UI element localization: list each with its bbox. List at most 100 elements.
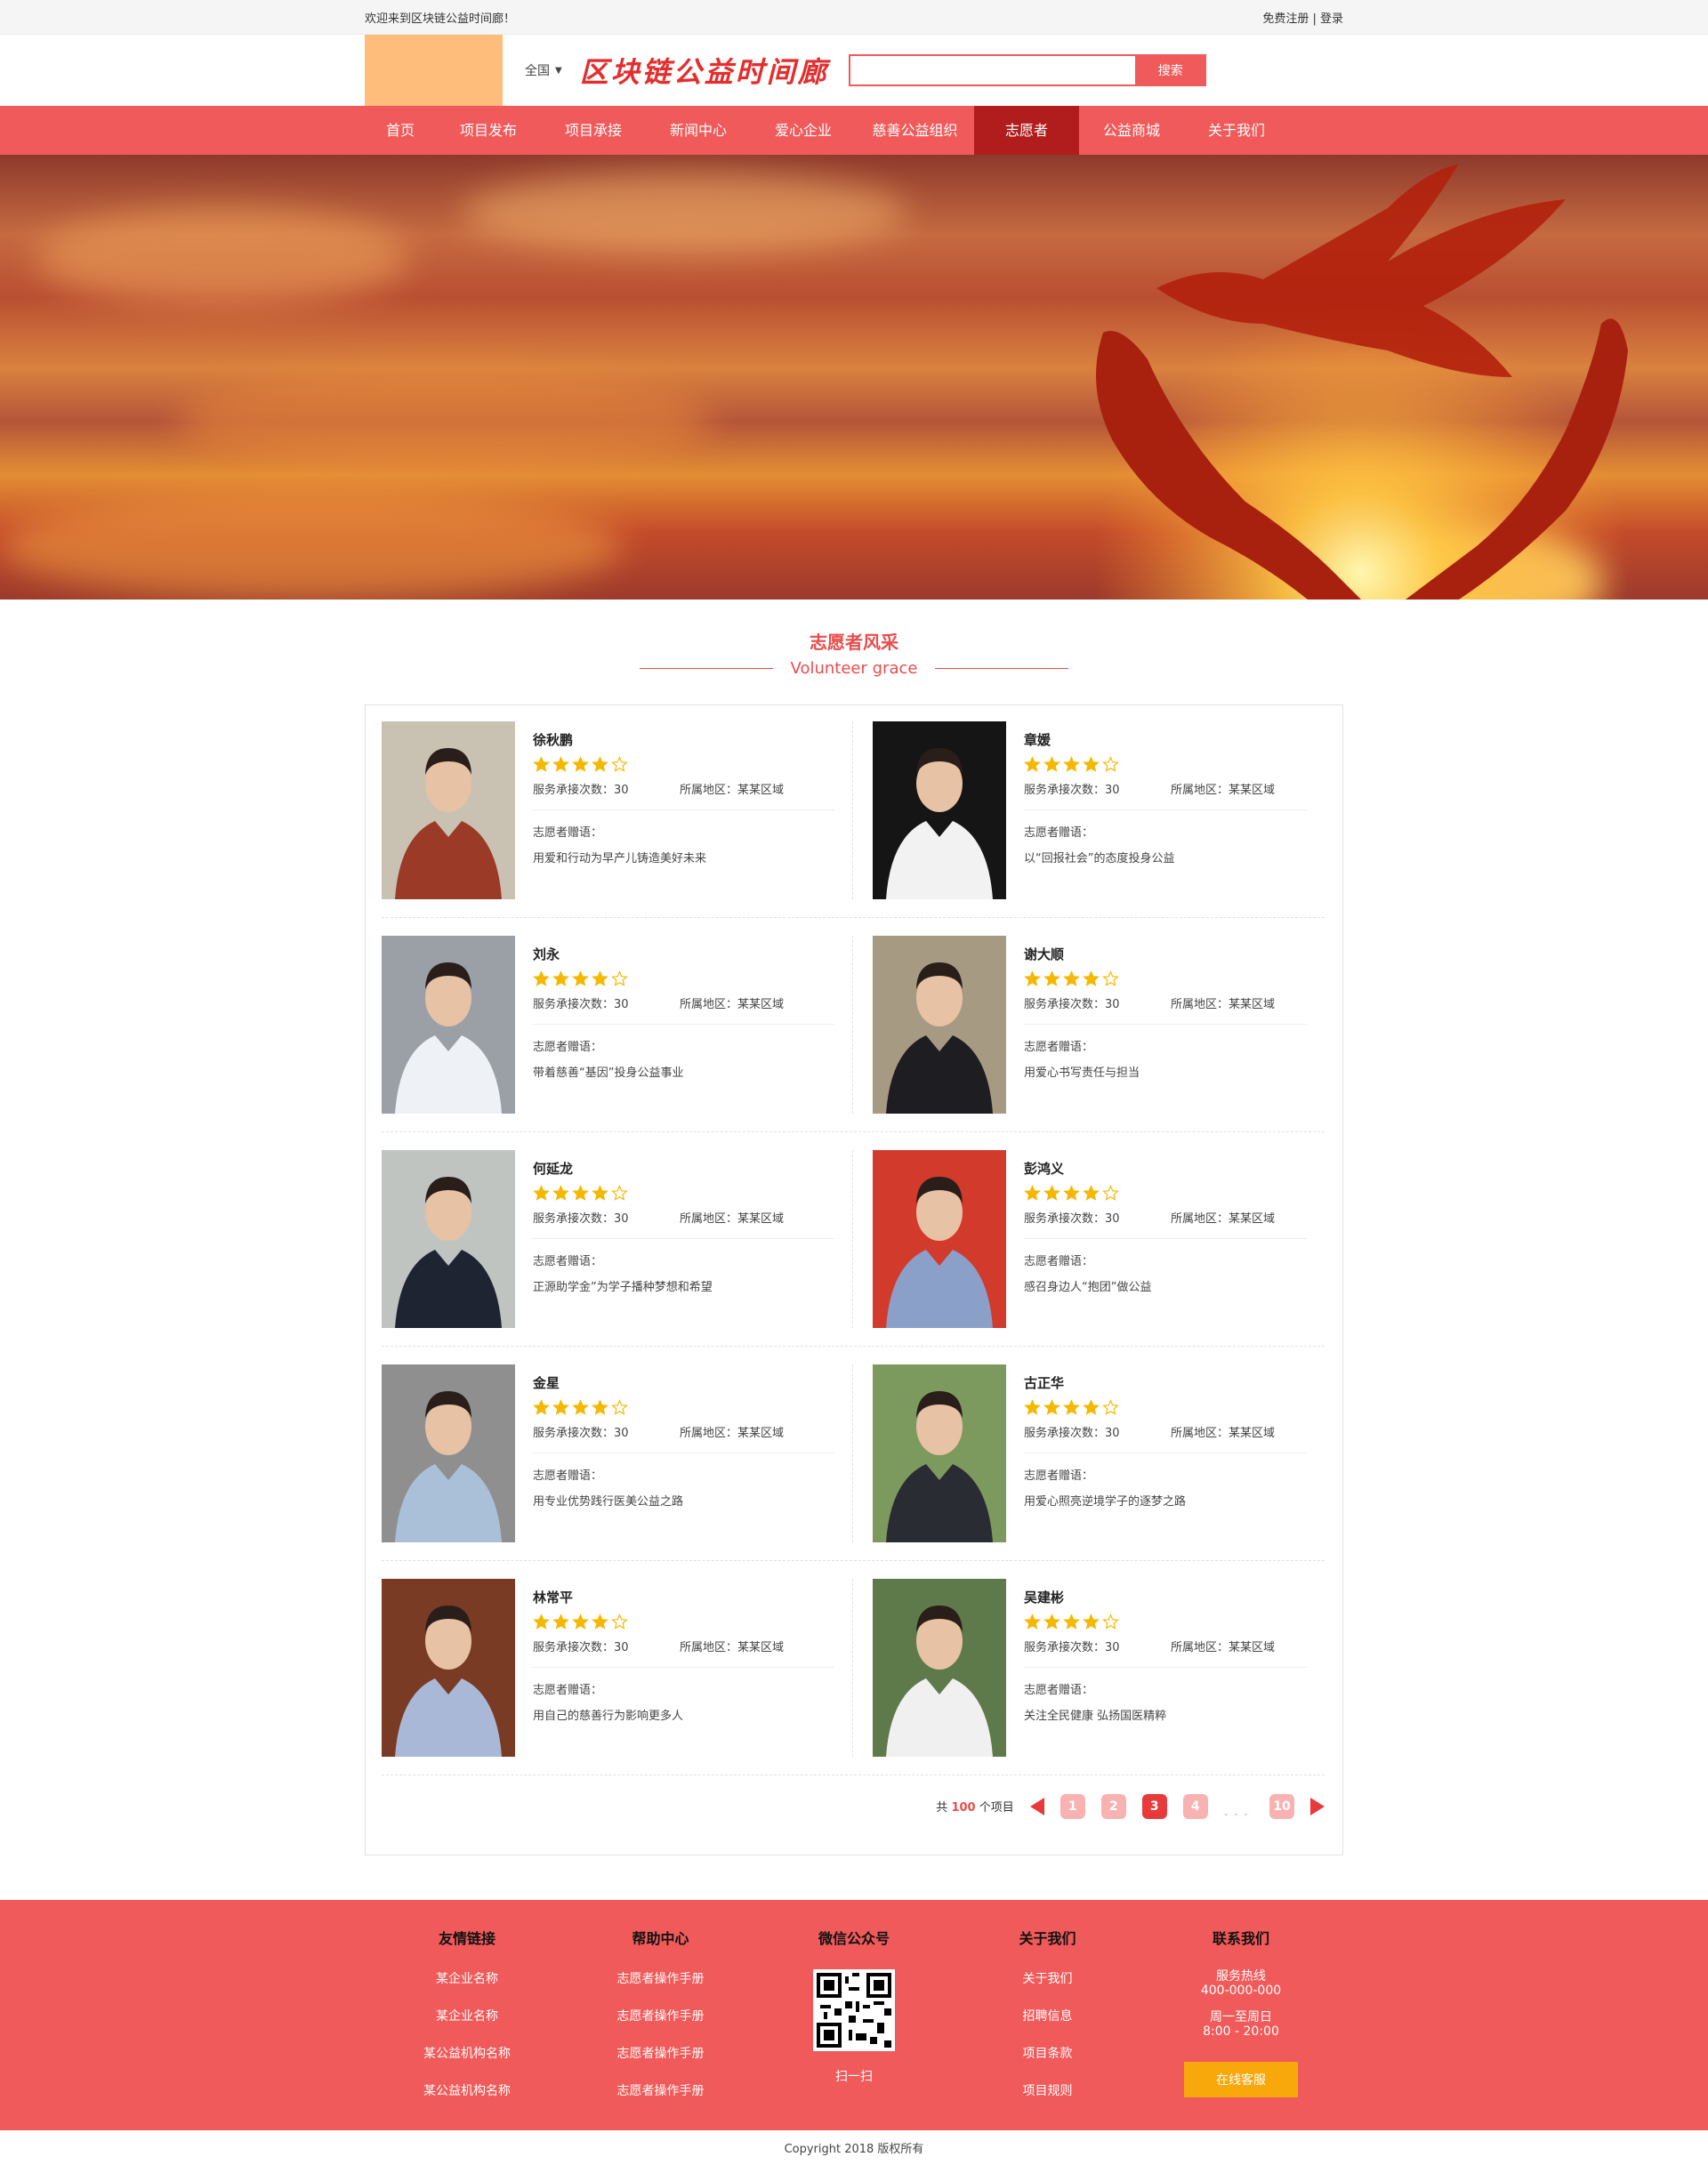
register-link[interactable]: 免费注册	[1262, 12, 1309, 26]
volunteer-motto-label: 志愿者赠语：	[533, 1469, 603, 1483]
volunteer-motto-label: 志愿者赠语：	[1024, 1684, 1094, 1697]
footer-link[interactable]: 某企业名称	[400, 2007, 534, 2024]
volunteer-name[interactable]: 谢大顺	[1024, 945, 1307, 963]
section-title-en: Volunteer grace	[790, 659, 918, 678]
volunteer-motto-label: 志愿者赠语：	[1024, 1041, 1094, 1054]
nav-item-8[interactable]: 关于我们	[1184, 106, 1289, 155]
footer-link[interactable]: 项目条款	[981, 2044, 1115, 2062]
volunteer-motto: 用爱心照亮逆境学子的逐梦之路	[1024, 1495, 1187, 1509]
footer-link[interactable]: 某企业名称	[400, 1969, 534, 1987]
page-button[interactable]: 2	[1100, 1793, 1126, 1819]
volunteer-row: 金星服务承接次数：30 所属地区：某某区域志愿者赠语： 用专业优势践行医美公益之路 古…	[382, 1364, 1325, 1561]
star-filled-icon	[533, 1399, 550, 1415]
star-filled-icon	[572, 970, 589, 986]
star-filled-icon	[1024, 756, 1041, 772]
page-button[interactable]: 1	[1059, 1793, 1085, 1819]
volunteer-motto: 用专业优势践行医美公益之路	[533, 1495, 684, 1509]
service-hours: 周一至周日 8:00 - 20:00	[1174, 2010, 1308, 2039]
volunteer-name[interactable]: 彭鸿义	[1024, 1159, 1307, 1178]
footer-col-title: 联系我们	[1212, 1930, 1269, 1947]
footer-link[interactable]: 某公益机构名称	[400, 2081, 534, 2099]
volunteer-photo	[873, 936, 1006, 1114]
volunteer-card[interactable]: 徐秋鹏 服务承接次数：30 所属地区：某某区域 志愿者赠语： 用爱和行动为早产儿铸造美好…	[382, 721, 853, 899]
volunteer-name[interactable]: 吴建彬	[1024, 1588, 1307, 1606]
footer-link[interactable]: 某公益机构名称	[400, 2044, 534, 2062]
footer-link[interactable]: 志愿者操作手册	[594, 1969, 728, 1987]
site-footer: 友情链接 某企业名称 某企业名称 某公益机构名称 某公益机构名称 帮助中心 志愿…	[0, 1900, 1708, 2130]
footer-link[interactable]: 志愿者操作手册	[594, 2007, 728, 2024]
star-filled-icon	[533, 970, 550, 986]
star-filled-icon	[1024, 1614, 1041, 1630]
footer-link[interactable]: 项目规则	[981, 2081, 1115, 2099]
star-empty-icon	[1102, 1399, 1119, 1415]
page-button[interactable]: 4	[1182, 1793, 1208, 1819]
volunteer-card[interactable]: 彭鸿义 服务承接次数：30 所属地区：某某区域 志愿者赠语： 感召身边人“抱团”做公益	[853, 1150, 1325, 1328]
volunteer-motto-label: 志愿者赠语：	[1024, 1469, 1094, 1483]
site-logo[interactable]	[365, 35, 503, 106]
footer-col-title: 友情链接	[438, 1930, 495, 1947]
footer-link[interactable]: 关于我们	[981, 1969, 1115, 1987]
volunteer-row: 徐秋鹏 服务承接次数：30 所属地区：某某区域 志愿者赠语： 用爱和行动为早产儿铸造美好…	[382, 721, 1325, 918]
volunteer-photo	[382, 1579, 515, 1757]
nav-item-4[interactable]: 爱心企业	[751, 106, 856, 155]
volunteer-name[interactable]: 章媛	[1024, 730, 1307, 749]
volunteer-card[interactable]: 刘永 服务承接次数：30 所属地区：某某区域 志愿者赠语： 带着慈善“基因”投身公益事业	[382, 936, 853, 1114]
auth-separator: |	[1309, 12, 1320, 26]
volunteer-motto-label: 志愿者赠语：	[1024, 826, 1094, 840]
volunteer-services: 服务承接次数：30	[1024, 1427, 1120, 1440]
pager-total-count: 100	[951, 1801, 976, 1815]
star-filled-icon	[572, 1399, 589, 1415]
footer-link[interactable]: 志愿者操作手册	[594, 2044, 728, 2062]
volunteer-name[interactable]: 徐秋鹏	[533, 730, 834, 749]
city-selector[interactable]: 全国 ▼	[525, 61, 562, 79]
nav-item-3[interactable]: 新闻中心	[646, 106, 751, 155]
volunteer-meta: 服务承接次数：30 所属地区：某某区域	[1024, 994, 1307, 1025]
volunteer-card[interactable]: 吴建彬 服务承接次数：30 所属地区：某某区域 志愿者赠语： 关注全民健康 弘扬国医精粹	[853, 1579, 1325, 1757]
search-input[interactable]	[848, 54, 1135, 86]
volunteer-card[interactable]: 谢大顺 服务承接次数：30 所属地区：某某区域 志愿者赠语： 用爱心书写责任与担当	[853, 936, 1325, 1114]
nav-item-6[interactable]: 志愿者	[974, 106, 1079, 155]
volunteer-region: 所属地区：某某区域	[1171, 1427, 1276, 1440]
next-page-icon[interactable]	[1310, 1797, 1325, 1815]
page-button[interactable]: 3	[1141, 1793, 1167, 1819]
brand-title: 区块链公益时间廊	[579, 55, 829, 89]
star-filled-icon	[552, 756, 569, 772]
volunteer-name[interactable]: 林常平	[533, 1588, 834, 1606]
footer-link[interactable]: 招聘信息	[981, 2007, 1115, 2024]
volunteer-card[interactable]: 何延龙 服务承接次数：30 所属地区：某某区域 志愿者赠语： 正源助学金”为学子播种梦想…	[382, 1150, 853, 1328]
main-nav: 首页 项目发布 项目承接 新闻中心 爱心企业 慈善公益组织 志愿者 公益商城 关于我们	[0, 106, 1708, 155]
volunteer-rating	[533, 970, 834, 987]
search-button[interactable]: 搜索	[1134, 54, 1206, 86]
volunteer-photo	[382, 1150, 515, 1328]
nav-item-2[interactable]: 项目承接	[541, 106, 646, 155]
hotline: 服务热线 400-000-000	[1174, 1969, 1308, 1998]
login-link[interactable]: 登录	[1320, 12, 1343, 26]
volunteer-name[interactable]: 古正华	[1024, 1373, 1307, 1392]
volunteer-card[interactable]: 林常平 服务承接次数：30 所属地区：某某区域 志愿者赠语： 用自己的慈善行为影响更多人	[382, 1579, 853, 1757]
volunteer-rating	[533, 1399, 834, 1416]
prev-page-icon[interactable]	[1029, 1797, 1044, 1815]
volunteer-meta: 服务承接次数：30 所属地区：某某区域	[533, 780, 834, 810]
volunteer-card[interactable]: 古正华服务承接次数：30 所属地区：某某区域志愿者赠语： 用爱心照亮逆境学子的逐梦之…	[853, 1364, 1325, 1542]
star-filled-icon	[533, 1185, 550, 1201]
page-button[interactable]: 10	[1269, 1793, 1294, 1819]
hours-label: 周一至周日	[1210, 2010, 1272, 2024]
volunteer-region: 所属地区：某某区域	[680, 998, 785, 1011]
volunteer-name[interactable]: 何延龙	[533, 1159, 834, 1178]
volunteer-card[interactable]: 章媛 服务承接次数：30 所属地区：某某区域 志愿者赠语： 以“回报社会”的态度投身公益	[853, 721, 1325, 899]
nav-item-5[interactable]: 慈善公益组织	[856, 106, 974, 155]
nav-item-7[interactable]: 公益商城	[1079, 106, 1184, 155]
online-service-button[interactable]: 在线客服	[1184, 2062, 1298, 2097]
title-divider-left	[639, 668, 773, 669]
nav-item-0[interactable]: 首页	[365, 106, 436, 155]
volunteer-region: 所属地区：某某区域	[1171, 784, 1276, 797]
star-filled-icon	[1043, 1399, 1060, 1415]
volunteer-name[interactable]: 金星	[533, 1373, 834, 1392]
footer-link[interactable]: 志愿者操作手册	[594, 2081, 728, 2099]
volunteer-meta: 服务承接次数：30 所属地区：某某区域	[1024, 1638, 1307, 1668]
volunteer-rating	[1024, 1399, 1307, 1416]
volunteer-meta: 服务承接次数：30 所属地区：某某区域	[533, 1209, 834, 1239]
volunteer-card[interactable]: 金星 服务承接次数：30 所属地区：某某区域 志愿者赠语： 用专业优势践行医美公益之路	[382, 1364, 853, 1542]
volunteer-name[interactable]: 刘永	[533, 945, 834, 963]
nav-item-1[interactable]: 项目发布	[436, 106, 541, 155]
